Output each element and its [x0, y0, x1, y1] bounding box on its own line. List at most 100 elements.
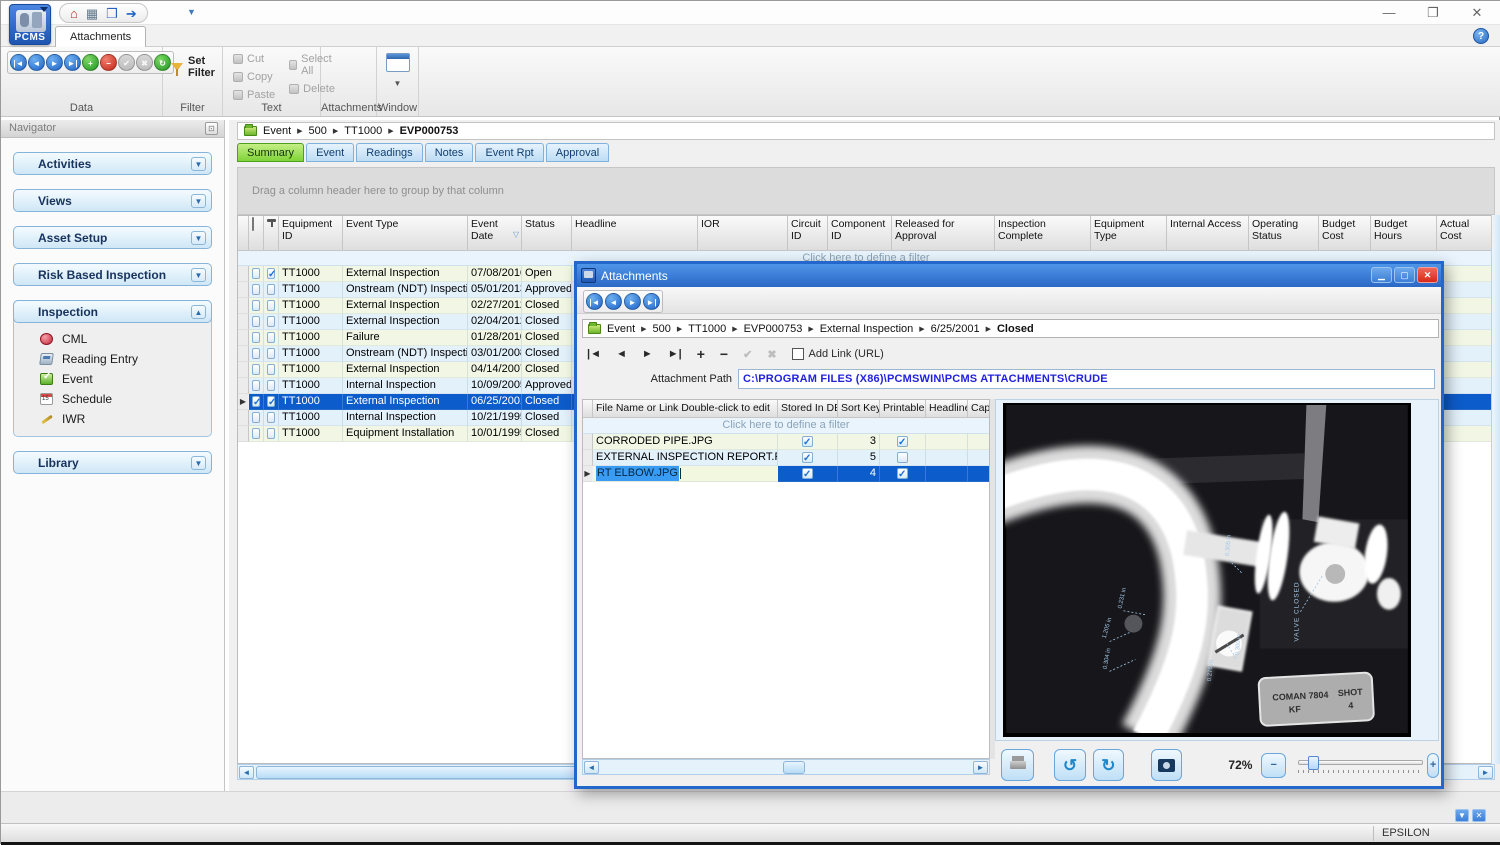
row-checkbox[interactable] — [267, 267, 276, 281]
dialog-breadcrumb-item[interactable]: 6/25/2001 — [931, 323, 980, 335]
next-record-button[interactable]: ► — [46, 54, 63, 71]
sidebar-section-inspection[interactable]: Inspection ▲ — [13, 300, 212, 323]
column-header-budget-cost[interactable]: Budget Cost — [1319, 216, 1371, 250]
slider-thumb[interactable] — [1307, 756, 1319, 770]
chevron-down-icon[interactable]: ▼ — [191, 194, 206, 208]
window-switch-icon[interactable]: ❒ — [106, 7, 118, 20]
column-header-printable[interactable]: Printable — [880, 400, 926, 417]
tab-summary[interactable]: Summary — [237, 143, 305, 162]
chevron-down-icon[interactable]: ▼ — [191, 231, 206, 245]
print-button[interactable] — [1001, 749, 1035, 781]
panel-close-icon[interactable]: ✕ — [1472, 809, 1486, 822]
attachment-checkbox[interactable] — [252, 268, 260, 279]
column-header-event-date[interactable]: Event Date ▽ — [468, 216, 522, 250]
column-header-released-for-approval[interactable]: Released for Approval — [892, 216, 995, 250]
attachment-path-field[interactable]: C:\PROGRAM FILES (X86)\PCMSWIN\PCMS ATTA… — [738, 369, 1435, 389]
attachment-row[interactable]: EXTERNAL INSPECTION REPORT.PDF 5 — [583, 450, 989, 466]
insert-record-icon[interactable]: + — [697, 346, 705, 362]
help-icon[interactable]: ? — [1473, 28, 1489, 44]
dialog-breadcrumb-item[interactable]: EVP000753 — [744, 323, 803, 335]
column-header-circuit-id[interactable]: Circuit ID — [788, 216, 828, 250]
last-record-button[interactable]: ►| — [64, 54, 81, 71]
tab-event[interactable]: Event — [306, 143, 355, 162]
prior-record-button[interactable]: ◄ — [605, 293, 622, 310]
attachment-checkbox[interactable] — [252, 380, 260, 391]
dialog-restore-button[interactable]: ▢ — [1394, 267, 1415, 283]
last-record-icon[interactable]: ►| — [668, 348, 682, 360]
attachment-checkbox[interactable] — [252, 300, 260, 311]
row-checkbox[interactable] — [267, 316, 275, 327]
breadcrumb-item[interactable]: Event — [263, 125, 291, 137]
stored-in-db-checkbox[interactable] — [802, 435, 813, 449]
app-menu-button[interactable]: PCMS — [9, 4, 51, 45]
close-button[interactable]: ✕ — [1457, 1, 1497, 25]
column-header-equipment-id[interactable]: Equipment ID — [279, 216, 343, 250]
dialog-breadcrumb-item[interactable]: External Inspection — [820, 323, 914, 335]
insert-record-button[interactable]: + — [82, 54, 99, 71]
row-checkbox[interactable] — [267, 364, 275, 375]
chevron-up-icon[interactable]: ▲ — [191, 305, 206, 319]
scroll-thumb[interactable] — [783, 761, 805, 774]
tab-attachments[interactable]: Attachments — [55, 26, 147, 47]
grid-vertical-scrollbar[interactable] — [1491, 215, 1500, 764]
sidebar-section-library[interactable]: Library ▼ — [13, 451, 212, 474]
column-header-headline[interactable]: Headline — [926, 400, 968, 417]
report-icon[interactable]: ▦ — [86, 7, 98, 20]
attachment-checkbox[interactable] — [252, 364, 260, 375]
scroll-left-icon[interactable]: ◄ — [584, 761, 599, 774]
first-record-button[interactable]: |◄ — [586, 293, 603, 310]
next-record-icon[interactable]: ► — [642, 348, 653, 360]
delete-record-icon[interactable]: − — [720, 346, 728, 362]
tab-readings[interactable]: Readings — [356, 143, 423, 162]
column-header-component-id[interactable]: Component ID — [828, 216, 892, 250]
scroll-left-icon[interactable]: ◄ — [239, 766, 254, 779]
attachment-checkbox[interactable] — [252, 348, 260, 359]
tab-approval[interactable]: Approval — [545, 143, 610, 162]
row-checkbox[interactable] — [267, 395, 276, 409]
zoom-in-button[interactable]: + — [1427, 752, 1439, 778]
quick-access-dropdown-icon[interactable]: ▼ — [187, 7, 196, 17]
dialog-breadcrumb-item[interactable]: Closed — [997, 323, 1034, 335]
attachment-checkbox[interactable] — [252, 332, 260, 343]
column-header-sort-key[interactable]: Sort Key — [838, 400, 880, 417]
delete-record-button[interactable]: − — [100, 54, 117, 71]
breadcrumb-item[interactable]: EVP000753 — [400, 125, 459, 137]
rotate-left-button[interactable]: ↺ — [1054, 749, 1086, 781]
stored-in-db-checkbox[interactable] — [802, 451, 813, 465]
window-switch-button[interactable] — [385, 53, 410, 72]
first-record-button[interactable]: |◄ — [10, 54, 27, 71]
tab-event-rpt[interactable]: Event Rpt — [475, 143, 544, 162]
minimize-button[interactable]: — — [1369, 1, 1409, 25]
breadcrumb-item[interactable]: TT1000 — [344, 125, 382, 137]
dialog-close-button[interactable]: ✕ — [1417, 267, 1438, 283]
prior-record-icon[interactable]: ◄ — [616, 348, 627, 360]
row-checkbox[interactable] — [267, 348, 275, 359]
panel-expand-icon[interactable]: ▼ — [1455, 809, 1469, 822]
home-icon[interactable]: ⌂ — [70, 7, 78, 20]
attachment-row[interactable]: CORRODED PIPE.JPG 3 — [583, 434, 989, 450]
sidebar-section-activities[interactable]: Activities ▼ — [13, 152, 212, 175]
sidebar-item-event[interactable]: Event — [14, 369, 211, 389]
scroll-right-icon[interactable]: ► — [1478, 766, 1493, 779]
row-checkbox[interactable] — [267, 380, 275, 391]
column-header-paperclip-icon[interactable] — [249, 216, 264, 250]
restore-button[interactable]: ❐ — [1413, 1, 1453, 25]
stored-in-db-checkbox[interactable] — [802, 467, 813, 481]
printable-checkbox[interactable] — [897, 452, 908, 463]
attachment-checkbox[interactable] — [252, 395, 261, 409]
set-filter-button[interactable]: Set Filter — [171, 55, 222, 79]
column-header-stored-in-db[interactable]: Stored In DB — [778, 400, 838, 417]
zoom-slider[interactable] — [1297, 755, 1424, 775]
column-header-event-type[interactable]: Event Type — [343, 216, 468, 250]
pin-icon[interactable]: ⊡ — [205, 122, 218, 135]
attachment-row[interactable]: ▶RT ELBOW.JPG 4 — [583, 466, 989, 482]
column-header-budget-hours[interactable]: Budget Hours — [1371, 216, 1437, 250]
printable-checkbox[interactable] — [897, 467, 908, 481]
column-header-actual-cost[interactable]: Actual Cost — [1437, 216, 1493, 250]
attachments-grid-scrollbar[interactable]: ◄ ► — [582, 759, 990, 775]
dialog-breadcrumb-item[interactable]: 500 — [653, 323, 671, 335]
attachment-checkbox[interactable] — [252, 412, 260, 423]
attachment-checkbox[interactable] — [252, 316, 260, 327]
column-header-file-name-or-link-double-click-to-edit[interactable]: File Name or Link Double-click to edit▵ — [593, 400, 778, 417]
zoom-out-button[interactable]: − — [1261, 752, 1286, 778]
